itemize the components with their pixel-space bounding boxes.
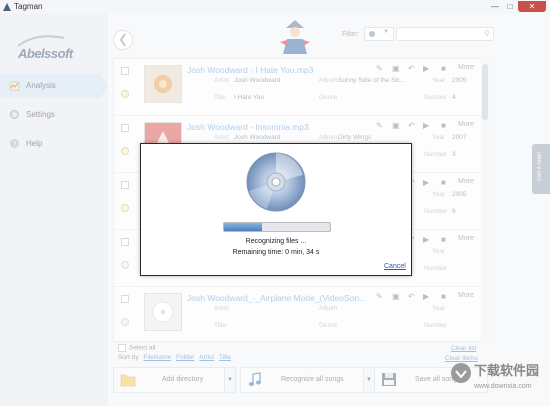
window-title: Tagman (14, 2, 43, 11)
app-window: Tagman — □ ✕ Abelssoft Analysis Settings… (0, 0, 550, 406)
minimize-button[interactable]: — (488, 1, 502, 12)
progress-bar (223, 222, 331, 232)
status-text: Recognizing files ... (245, 238, 307, 245)
maximize-button[interactable]: □ (503, 1, 517, 12)
watermark: 下载软件园 www.downxia.com (448, 356, 548, 404)
watermark-title: 下载软件园 (474, 363, 540, 378)
title-bar: Tagman — □ ✕ (0, 0, 550, 15)
app-icon (3, 3, 11, 11)
cancel-link[interactable]: Cancel (384, 263, 406, 270)
close-button[interactable]: ✕ (518, 1, 546, 12)
watermark-url: www.downxia.com (474, 383, 532, 390)
remaining-time: Remaining time: 0 min, 34 s (232, 249, 320, 256)
watermark-logo-icon (451, 363, 471, 383)
progress-fill (224, 223, 263, 231)
recognition-dialog: Recognizing files ... Remaining time: 0 … (140, 143, 412, 276)
cd-icon (246, 152, 306, 212)
